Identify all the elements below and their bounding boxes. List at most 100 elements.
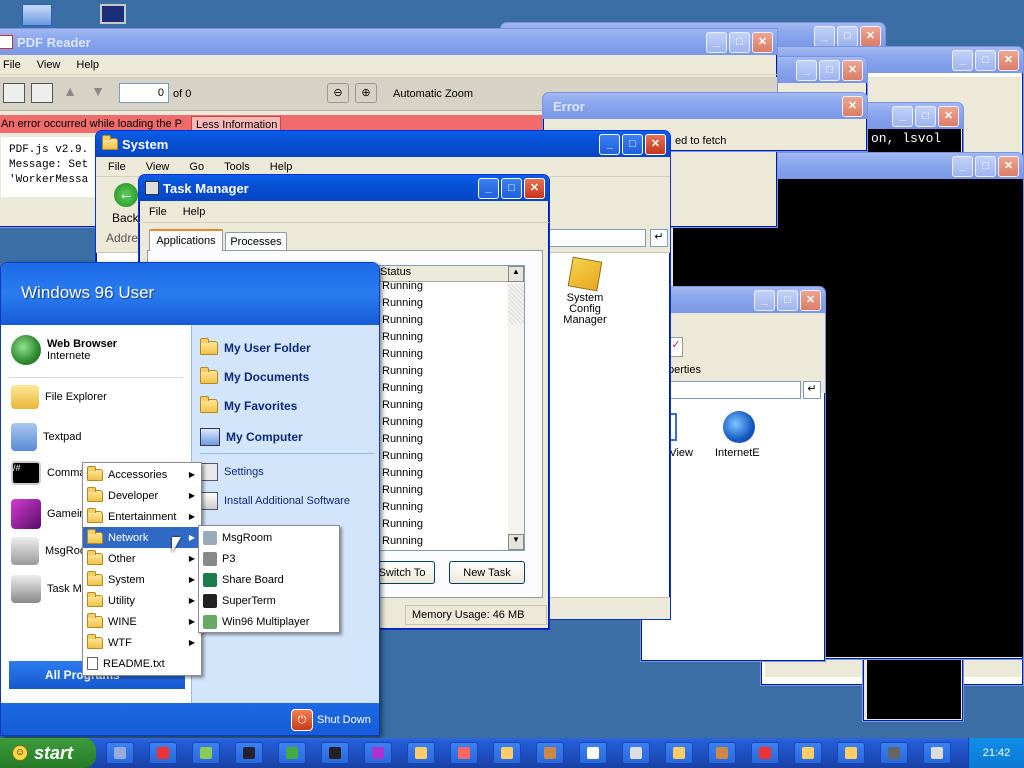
menu-tools[interactable]: Tools (224, 161, 250, 173)
start-item-file-explorer[interactable]: File Explorer (11, 385, 107, 409)
start-item-command[interactable]: /# Comman (11, 461, 92, 485)
process-status[interactable]: Running (380, 278, 510, 295)
internet-explorer-label[interactable]: InternetE (715, 447, 760, 459)
taskbar-button[interactable] (321, 742, 349, 764)
taskbar-button[interactable] (407, 742, 435, 764)
zoom-out-icon[interactable]: ⊖ (327, 83, 349, 103)
taskbar-button[interactable] (450, 742, 478, 764)
menu-view[interactable]: View (146, 161, 170, 173)
taskbar-button[interactable] (708, 742, 736, 764)
zoom-in-icon[interactable]: ⊕ (355, 83, 377, 103)
properties-icon[interactable]: ✓ (669, 337, 683, 357)
start-item-my-user-folder[interactable]: My User Folder (200, 338, 311, 355)
process-status[interactable]: Running (380, 414, 510, 431)
close-button[interactable]: ✕ (645, 133, 666, 155)
maximize-button[interactable]: □ (622, 133, 643, 155)
start-item-web-browser[interactable]: Web Browser Internete (11, 335, 117, 365)
taskbar-button[interactable] (880, 742, 908, 764)
close-button[interactable]: ✕ (842, 95, 863, 117)
taskbar-button[interactable] (493, 742, 521, 764)
maximize-button[interactable]: □ (501, 177, 522, 199)
sidebar-toggle-icon[interactable] (3, 83, 25, 103)
menu-file[interactable]: File (3, 59, 21, 71)
programs-item-utility[interactable]: Utility ▶ (83, 590, 201, 611)
start-item-gameing[interactable]: Gamein (11, 499, 86, 529)
back-label[interactable]: Back (112, 211, 139, 225)
process-status[interactable]: Running (380, 499, 510, 516)
process-status[interactable]: Running (380, 295, 510, 312)
menu-view[interactable]: View (37, 59, 61, 71)
page-number-input[interactable]: 0 (119, 83, 169, 103)
programs-item-entertainment[interactable]: Entertainment ▶ (83, 506, 201, 527)
menu-help[interactable]: Help (76, 59, 99, 71)
minimize-button[interactable]: _ (706, 31, 727, 53)
desktop-icon-computer[interactable] (100, 4, 126, 24)
tab-processes[interactable]: Processes (225, 232, 287, 250)
taskbar-button[interactable] (278, 742, 306, 764)
programs-item-developer[interactable]: Developer ▶ (83, 485, 201, 506)
scrollbar[interactable]: ▲ ▼ (508, 266, 524, 550)
process-status[interactable]: Running (380, 431, 510, 448)
network-item-share-board[interactable]: Share Board (199, 569, 339, 590)
minimize-button[interactable]: _ (478, 177, 499, 199)
process-status[interactable]: Running (380, 363, 510, 380)
programs-item-readme-txt[interactable]: README.txt (83, 653, 201, 674)
close-button[interactable]: ✕ (752, 31, 773, 53)
taskbar-button[interactable] (622, 742, 650, 764)
find-icon[interactable] (31, 83, 53, 103)
menu-go[interactable]: Go (189, 161, 204, 173)
start-item-my-documents[interactable]: My Documents (200, 367, 309, 384)
minimize-button[interactable]: _ (754, 289, 775, 311)
taskbar-button[interactable] (751, 742, 779, 764)
programs-item-wine[interactable]: WINE ▶ (83, 611, 201, 632)
tab-applications[interactable]: Applications (149, 229, 223, 251)
new-task-button[interactable]: New Task (449, 561, 525, 584)
start-item-msgroom[interactable]: MsgRoo (11, 537, 86, 565)
programs-item-accessories[interactable]: Accessories ▶ (83, 464, 201, 485)
start-item-settings[interactable]: Settings (200, 463, 264, 481)
process-status[interactable]: Running (380, 312, 510, 329)
taskbar-button[interactable] (106, 742, 134, 764)
minimize-button[interactable]: _ (599, 133, 620, 155)
menu-help[interactable]: Help (270, 161, 293, 173)
zoom-select[interactable]: Automatic Zoom (393, 88, 473, 100)
taskbar-button[interactable] (149, 742, 177, 764)
close-button[interactable]: ✕ (800, 289, 821, 311)
shutdown-button[interactable]: ⏻ Shut Down (291, 709, 371, 731)
previous-page-icon[interactable]: ▲ (59, 83, 81, 103)
start-item-my-computer[interactable]: My Computer (200, 428, 303, 446)
network-item-superterm[interactable]: SuperTerm (199, 590, 339, 611)
maximize-button[interactable]: □ (777, 289, 798, 311)
start-item-textpad[interactable]: Textpad (11, 423, 82, 451)
taskbar-button[interactable] (923, 742, 951, 764)
programs-item-network[interactable]: Network ▶ (83, 527, 201, 548)
back-arrow-icon[interactable]: ← (114, 183, 138, 207)
process-status[interactable]: Running (380, 448, 510, 465)
start-item-task-manager[interactable]: Task Ma (11, 575, 88, 603)
process-status[interactable]: Running (380, 516, 510, 533)
config-manager-label[interactable]: System Config Manager (558, 293, 612, 326)
process-status[interactable]: Running (380, 329, 510, 346)
programs-item-other[interactable]: Other ▶ (83, 548, 201, 569)
process-status[interactable]: Running (380, 482, 510, 499)
taskbar-button[interactable] (364, 742, 392, 764)
process-status[interactable]: Running (380, 465, 510, 482)
taskbar-button[interactable] (536, 742, 564, 764)
programs-item-system[interactable]: System ▶ (83, 569, 201, 590)
programs-item-wtf[interactable]: WTF ▶ (83, 632, 201, 653)
go-button[interactable]: ↵ (803, 381, 821, 399)
go-button[interactable]: ↵ (650, 229, 668, 247)
next-page-icon[interactable]: ▼ (87, 83, 109, 103)
menu-file[interactable]: File (149, 206, 167, 218)
menu-help[interactable]: Help (183, 206, 206, 218)
network-item-win96-multiplayer[interactable]: Win96 Multiplayer (199, 611, 339, 632)
taskbar-button[interactable] (794, 742, 822, 764)
internet-explorer-icon[interactable] (723, 411, 755, 443)
network-item-msgroom[interactable]: MsgRoom (199, 527, 339, 548)
taskbar-button[interactable] (235, 742, 263, 764)
menu-file[interactable]: File (108, 161, 126, 173)
taskbar-button[interactable] (665, 742, 693, 764)
taskbar-button[interactable] (579, 742, 607, 764)
maximize-button[interactable]: □ (729, 31, 750, 53)
process-status[interactable]: Running (380, 346, 510, 363)
